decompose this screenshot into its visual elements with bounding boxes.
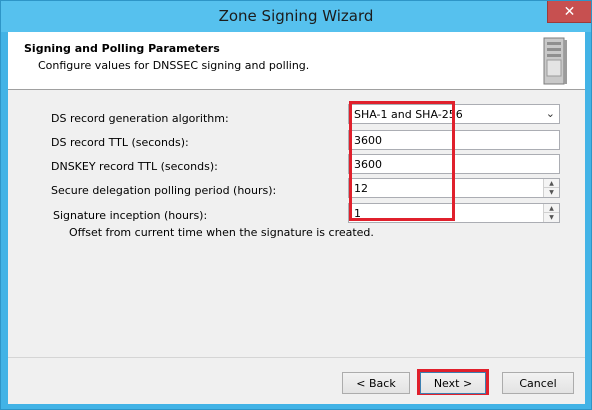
inception-help-text: Offset from current time when the signat… <box>69 226 374 239</box>
ds-ttl-label: DS record TTL (seconds): <box>51 136 189 149</box>
close-button[interactable]: ✕ <box>547 1 591 23</box>
wizard-header: Signing and Polling Parameters Configure… <box>8 32 585 90</box>
spin-down-icon[interactable]: ▼ <box>544 188 559 197</box>
spin-up-icon[interactable]: ▲ <box>544 204 559 213</box>
page-title: Signing and Polling Parameters <box>24 42 220 55</box>
cancel-button[interactable]: Cancel <box>502 372 574 394</box>
page-subtitle: Configure values for DNSSEC signing and … <box>38 59 310 72</box>
polling-period-label: Secure delegation polling period (hours)… <box>51 184 277 197</box>
chevron-down-icon[interactable]: ⌄ <box>546 107 555 120</box>
next-button[interactable]: Next > <box>420 372 486 394</box>
wizard-client-area: Signing and Polling Parameters Configure… <box>8 32 585 404</box>
footer-divider <box>8 357 585 358</box>
close-icon: ✕ <box>563 3 576 20</box>
window-title: Zone Signing Wizard <box>218 7 374 25</box>
server-icon <box>543 37 567 85</box>
signature-inception-spinner[interactable]: ▲ ▼ <box>543 204 559 222</box>
highlight-box <box>349 101 455 221</box>
polling-period-spinner[interactable]: ▲ ▼ <box>543 179 559 197</box>
wizard-window: Zone Signing Wizard ✕ Signing and Pollin… <box>0 0 592 410</box>
title-bar[interactable]: Zone Signing Wizard ✕ <box>1 1 591 32</box>
ds-algorithm-label: DS record generation algorithm: <box>51 112 229 125</box>
spin-up-icon[interactable]: ▲ <box>544 179 559 188</box>
dnskey-ttl-label: DNSKEY record TTL (seconds): <box>51 160 218 173</box>
spin-down-icon[interactable]: ▼ <box>544 213 559 222</box>
signature-inception-label: Signature inception (hours): <box>53 209 208 222</box>
back-button[interactable]: < Back <box>342 372 410 394</box>
